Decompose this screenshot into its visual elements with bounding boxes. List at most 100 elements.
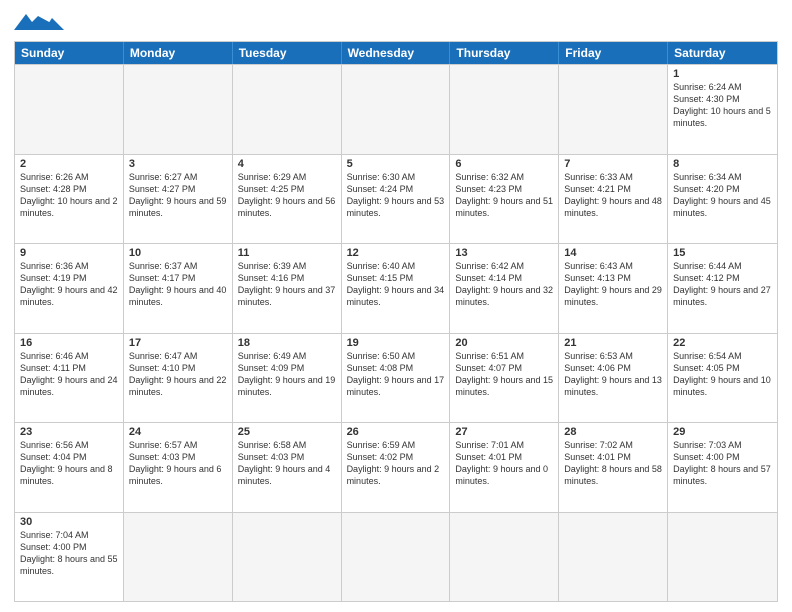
day-info: Sunrise: 7:02 AM Sunset: 4:01 PM Dayligh… [564,439,662,488]
day-info: Sunrise: 6:57 AM Sunset: 4:03 PM Dayligh… [129,439,227,488]
calendar-body: 1Sunrise: 6:24 AM Sunset: 4:30 PM Daylig… [15,64,777,601]
day-info: Sunrise: 6:43 AM Sunset: 4:13 PM Dayligh… [564,260,662,309]
day-number: 26 [347,426,445,438]
header [14,10,778,35]
day-info: Sunrise: 6:30 AM Sunset: 4:24 PM Dayligh… [347,171,445,220]
calendar-cell [233,513,342,602]
calendar-cell: 9Sunrise: 6:36 AM Sunset: 4:19 PM Daylig… [15,244,124,333]
day-number: 19 [347,337,445,349]
header-day-thursday: Thursday [450,42,559,64]
day-number: 12 [347,247,445,259]
calendar-cell: 2Sunrise: 6:26 AM Sunset: 4:28 PM Daylig… [15,155,124,244]
day-info: Sunrise: 6:58 AM Sunset: 4:03 PM Dayligh… [238,439,336,488]
calendar-cell: 4Sunrise: 6:29 AM Sunset: 4:25 PM Daylig… [233,155,342,244]
calendar-cell: 13Sunrise: 6:42 AM Sunset: 4:14 PM Dayli… [450,244,559,333]
calendar-cell [559,513,668,602]
day-info: Sunrise: 6:42 AM Sunset: 4:14 PM Dayligh… [455,260,553,309]
day-info: Sunrise: 6:47 AM Sunset: 4:10 PM Dayligh… [129,350,227,399]
calendar-cell: 6Sunrise: 6:32 AM Sunset: 4:23 PM Daylig… [450,155,559,244]
calendar-row-2: 9Sunrise: 6:36 AM Sunset: 4:19 PM Daylig… [15,243,777,333]
calendar-cell: 28Sunrise: 7:02 AM Sunset: 4:01 PM Dayli… [559,423,668,512]
logo [14,14,64,35]
header-day-sunday: Sunday [15,42,124,64]
calendar-cell: 10Sunrise: 6:37 AM Sunset: 4:17 PM Dayli… [124,244,233,333]
day-number: 13 [455,247,553,259]
calendar-cell: 25Sunrise: 6:58 AM Sunset: 4:03 PM Dayli… [233,423,342,512]
day-info: Sunrise: 7:01 AM Sunset: 4:01 PM Dayligh… [455,439,553,488]
day-info: Sunrise: 6:26 AM Sunset: 4:28 PM Dayligh… [20,171,118,220]
calendar-cell [15,65,124,154]
day-number: 21 [564,337,662,349]
calendar-cell: 19Sunrise: 6:50 AM Sunset: 4:08 PM Dayli… [342,334,451,423]
calendar-cell [233,65,342,154]
calendar-cell [668,513,777,602]
day-number: 10 [129,247,227,259]
calendar-cell: 3Sunrise: 6:27 AM Sunset: 4:27 PM Daylig… [124,155,233,244]
day-number: 7 [564,158,662,170]
calendar-cell: 8Sunrise: 6:34 AM Sunset: 4:20 PM Daylig… [668,155,777,244]
calendar-cell: 14Sunrise: 6:43 AM Sunset: 4:13 PM Dayli… [559,244,668,333]
calendar-cell: 29Sunrise: 7:03 AM Sunset: 4:00 PM Dayli… [668,423,777,512]
day-info: Sunrise: 6:56 AM Sunset: 4:04 PM Dayligh… [20,439,118,488]
day-info: Sunrise: 6:24 AM Sunset: 4:30 PM Dayligh… [673,81,772,130]
day-number: 22 [673,337,772,349]
day-info: Sunrise: 6:37 AM Sunset: 4:17 PM Dayligh… [129,260,227,309]
day-info: Sunrise: 6:40 AM Sunset: 4:15 PM Dayligh… [347,260,445,309]
calendar: SundayMondayTuesdayWednesdayThursdayFrid… [14,41,778,602]
calendar-cell: 26Sunrise: 6:59 AM Sunset: 4:02 PM Dayli… [342,423,451,512]
day-number: 28 [564,426,662,438]
calendar-cell [559,65,668,154]
logo-icon [14,14,64,30]
calendar-row-1: 2Sunrise: 6:26 AM Sunset: 4:28 PM Daylig… [15,154,777,244]
day-info: Sunrise: 6:59 AM Sunset: 4:02 PM Dayligh… [347,439,445,488]
day-number: 30 [20,516,118,528]
day-number: 29 [673,426,772,438]
day-number: 20 [455,337,553,349]
calendar-cell [342,65,451,154]
day-number: 27 [455,426,553,438]
header-day-saturday: Saturday [668,42,777,64]
day-info: Sunrise: 6:51 AM Sunset: 4:07 PM Dayligh… [455,350,553,399]
day-info: Sunrise: 6:29 AM Sunset: 4:25 PM Dayligh… [238,171,336,220]
header-day-friday: Friday [559,42,668,64]
calendar-cell [450,65,559,154]
calendar-cell: 20Sunrise: 6:51 AM Sunset: 4:07 PM Dayli… [450,334,559,423]
calendar-cell [124,65,233,154]
day-number: 11 [238,247,336,259]
calendar-cell: 21Sunrise: 6:53 AM Sunset: 4:06 PM Dayli… [559,334,668,423]
day-number: 25 [238,426,336,438]
calendar-row-0: 1Sunrise: 6:24 AM Sunset: 4:30 PM Daylig… [15,64,777,154]
day-info: Sunrise: 6:34 AM Sunset: 4:20 PM Dayligh… [673,171,772,220]
calendar-row-3: 16Sunrise: 6:46 AM Sunset: 4:11 PM Dayli… [15,333,777,423]
calendar-cell [450,513,559,602]
day-number: 17 [129,337,227,349]
day-info: Sunrise: 6:53 AM Sunset: 4:06 PM Dayligh… [564,350,662,399]
day-number: 23 [20,426,118,438]
day-info: Sunrise: 6:39 AM Sunset: 4:16 PM Dayligh… [238,260,336,309]
calendar-cell: 18Sunrise: 6:49 AM Sunset: 4:09 PM Dayli… [233,334,342,423]
day-number: 2 [20,158,118,170]
day-number: 15 [673,247,772,259]
calendar-row-5: 30Sunrise: 7:04 AM Sunset: 4:00 PM Dayli… [15,512,777,602]
calendar-cell: 17Sunrise: 6:47 AM Sunset: 4:10 PM Dayli… [124,334,233,423]
day-info: Sunrise: 6:36 AM Sunset: 4:19 PM Dayligh… [20,260,118,309]
day-info: Sunrise: 7:04 AM Sunset: 4:00 PM Dayligh… [20,529,118,578]
day-info: Sunrise: 6:33 AM Sunset: 4:21 PM Dayligh… [564,171,662,220]
day-info: Sunrise: 6:50 AM Sunset: 4:08 PM Dayligh… [347,350,445,399]
calendar-cell: 12Sunrise: 6:40 AM Sunset: 4:15 PM Dayli… [342,244,451,333]
day-number: 16 [20,337,118,349]
calendar-row-4: 23Sunrise: 6:56 AM Sunset: 4:04 PM Dayli… [15,422,777,512]
day-number: 14 [564,247,662,259]
calendar-cell: 22Sunrise: 6:54 AM Sunset: 4:05 PM Dayli… [668,334,777,423]
day-info: Sunrise: 6:54 AM Sunset: 4:05 PM Dayligh… [673,350,772,399]
day-info: Sunrise: 6:49 AM Sunset: 4:09 PM Dayligh… [238,350,336,399]
calendar-cell: 23Sunrise: 6:56 AM Sunset: 4:04 PM Dayli… [15,423,124,512]
calendar-cell: 7Sunrise: 6:33 AM Sunset: 4:21 PM Daylig… [559,155,668,244]
calendar-cell: 16Sunrise: 6:46 AM Sunset: 4:11 PM Dayli… [15,334,124,423]
calendar-cell [124,513,233,602]
day-number: 1 [673,68,772,80]
calendar-cell: 27Sunrise: 7:01 AM Sunset: 4:01 PM Dayli… [450,423,559,512]
day-info: Sunrise: 7:03 AM Sunset: 4:00 PM Dayligh… [673,439,772,488]
header-day-tuesday: Tuesday [233,42,342,64]
day-info: Sunrise: 6:27 AM Sunset: 4:27 PM Dayligh… [129,171,227,220]
